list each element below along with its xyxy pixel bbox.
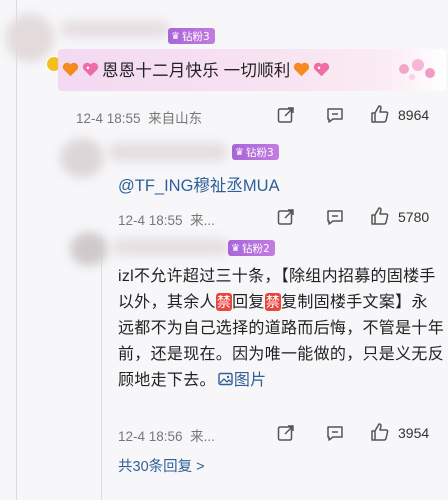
- comment-icon[interactable]: [325, 105, 345, 125]
- thread-line: [101, 238, 102, 500]
- username[interactable]: [108, 143, 228, 161]
- picture-link[interactable]: 图片: [216, 372, 267, 389]
- forward-icon[interactable]: [276, 207, 296, 227]
- avatar[interactable]: [6, 14, 54, 62]
- comment-meta: 12-4 18:56 来...: [118, 429, 215, 444]
- forward-icon[interactable]: [276, 423, 296, 443]
- fan-badge[interactable]: ♛ 钻粉2: [228, 240, 275, 256]
- avatar[interactable]: [70, 232, 108, 266]
- username[interactable]: [112, 238, 230, 256]
- sparkling-heart-icon: [82, 62, 99, 76]
- forward-icon[interactable]: [276, 105, 296, 125]
- sparkling-heart-icon: [314, 62, 330, 76]
- like-count: 3954: [398, 425, 430, 441]
- like-count: 5780: [398, 209, 430, 225]
- fan-badge[interactable]: ♛ 钻粉3: [232, 144, 279, 160]
- crown-icon: ♛: [235, 146, 244, 158]
- orange-heart-icon: [62, 62, 79, 76]
- avatar[interactable]: [60, 138, 104, 178]
- fan-badge[interactable]: ♛ 钻粉3: [168, 28, 215, 44]
- like-icon[interactable]: [370, 206, 390, 226]
- mention-link[interactable]: @TF_ING穆祉丞MUA: [118, 172, 280, 196]
- image-icon: [218, 372, 233, 386]
- username[interactable]: [60, 20, 170, 38]
- decoration-icon: [399, 59, 435, 80]
- thread-line: [16, 0, 17, 500]
- ban-emoji: 禁: [215, 293, 233, 311]
- ban-emoji: 禁: [264, 293, 282, 311]
- comment-content: 恩恩十二月快乐 一切顺利: [62, 57, 330, 81]
- comment-icon[interactable]: [325, 423, 345, 443]
- comment-content: izl不允许超过三十条，【除组内招募的固楼手以外，其余人禁回复禁复制固楼手文案】…: [118, 268, 445, 389]
- crown-icon: ♛: [171, 30, 180, 42]
- like-icon[interactable]: [370, 422, 390, 442]
- view-replies-link[interactable]: 共30条回复 >: [118, 455, 205, 476]
- comment-icon[interactable]: [325, 207, 345, 227]
- like-count: 8964: [398, 107, 430, 123]
- comment-meta: 12-4 18:55 来...: [118, 213, 215, 228]
- like-icon[interactable]: [370, 104, 390, 124]
- comment-meta: 12-4 18:55 来自山东: [76, 111, 203, 126]
- crown-icon: ♛: [231, 242, 240, 254]
- orange-heart-icon: [294, 62, 310, 76]
